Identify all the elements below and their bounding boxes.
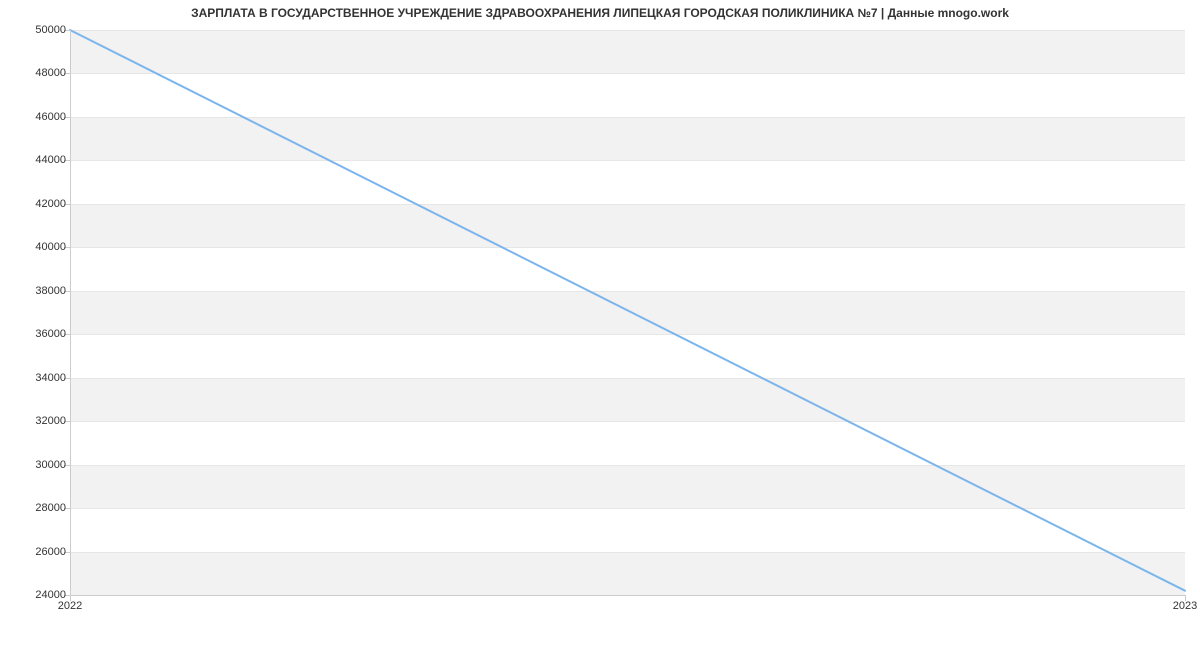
y-tick-label: 38000 <box>35 285 66 297</box>
y-tick-label: 40000 <box>35 241 66 253</box>
x-axis-line <box>70 595 1185 596</box>
y-tick-label: 36000 <box>35 328 66 340</box>
y-tick-label: 32000 <box>35 415 66 427</box>
y-tick-label: 46000 <box>35 111 66 123</box>
x-tick-label: 2023 <box>1173 600 1197 612</box>
y-tick-label: 34000 <box>35 372 66 384</box>
line-layer <box>70 30 1185 595</box>
chart-title: ЗАРПЛАТА В ГОСУДАРСТВЕННОЕ УЧРЕЖДЕНИЕ ЗД… <box>0 6 1200 20</box>
y-tick-label: 42000 <box>35 198 66 210</box>
plot-area <box>70 30 1185 595</box>
y-tick-label: 48000 <box>35 67 66 79</box>
y-tick-label: 30000 <box>35 459 66 471</box>
x-tick-label: 2022 <box>58 600 82 612</box>
y-tick-label: 50000 <box>35 24 66 36</box>
series-line <box>70 30 1185 591</box>
salary-line-chart: ЗАРПЛАТА В ГОСУДАРСТВЕННОЕ УЧРЕЖДЕНИЕ ЗД… <box>0 0 1200 650</box>
y-tick-label: 44000 <box>35 154 66 166</box>
y-tick-label: 28000 <box>35 502 66 514</box>
y-axis-line <box>70 30 71 595</box>
y-tick-label: 26000 <box>35 546 66 558</box>
